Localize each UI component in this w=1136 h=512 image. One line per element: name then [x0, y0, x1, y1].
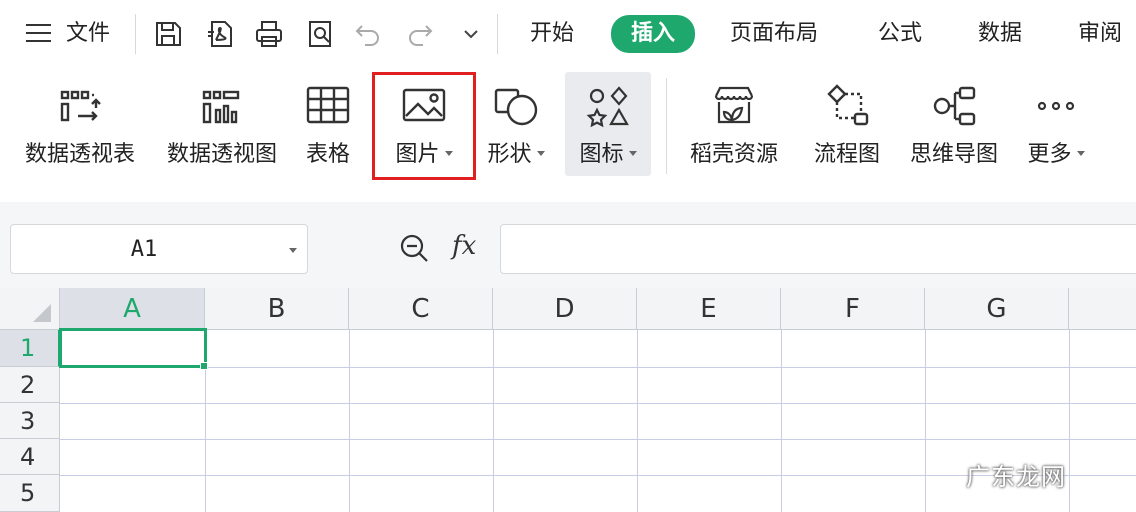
column-gridline [925, 330, 926, 512]
name-box-dropdown-icon[interactable] [289, 248, 297, 253]
row-header-1[interactable]: 1 [0, 330, 60, 367]
column-gridline [493, 330, 494, 512]
flowchart-icon [823, 82, 871, 130]
tab-review[interactable]: 审阅 [1078, 20, 1122, 48]
undo-icon[interactable] [352, 18, 384, 50]
table-icon [304, 82, 352, 130]
name-box-value: A1 [130, 237, 158, 262]
column-gridline [781, 330, 782, 512]
row-gridline [60, 439, 1136, 440]
tab-formulas[interactable]: 公式 [878, 20, 922, 48]
column-header-c[interactable]: C [349, 288, 493, 330]
redo-icon[interactable] [404, 18, 436, 50]
active-cell-a1[interactable] [59, 328, 207, 368]
select-all-corner[interactable] [0, 288, 60, 330]
print-preview-icon[interactable] [304, 18, 336, 50]
pivot-chart-label: 数据透视图 [166, 142, 277, 167]
pivot-table-icon [56, 82, 104, 130]
file-menu[interactable]: 文件 [66, 20, 110, 48]
column-header-a[interactable]: A [60, 288, 205, 330]
docer-resource-button[interactable]: 稻壳资源 [682, 72, 786, 182]
column-header-g[interactable]: G [925, 288, 1069, 330]
shape-dropdown-caret [536, 150, 545, 156]
pivot-chart-button[interactable]: 数据透视图 [160, 72, 284, 182]
save-icon[interactable] [152, 18, 184, 50]
docer-resource-icon [710, 82, 758, 130]
print-icon[interactable] [253, 18, 285, 50]
zoom-out-icon[interactable] [398, 232, 432, 266]
picture-icon [400, 82, 448, 130]
tab-data[interactable]: 数据 [978, 20, 1022, 48]
column-gridline [1069, 330, 1070, 512]
pivot-table-button[interactable]: 数据透视表 [18, 72, 142, 182]
shape-icon [492, 82, 540, 130]
icons-dropdown-caret [628, 150, 637, 156]
table-button[interactable]: 表格 [294, 72, 362, 182]
select-all-triangle-icon [33, 304, 51, 322]
row-header-3[interactable]: 3 [0, 403, 60, 439]
insert-function-button[interactable]: fx [452, 230, 476, 262]
shape-button[interactable]: 形状 [480, 72, 552, 182]
customize-dropdown-icon[interactable] [455, 18, 487, 50]
name-box[interactable]: A1 [10, 224, 308, 274]
menu-bar: 文件 开始 插入 页面布局 公式 数据 审阅 [0, 0, 1136, 72]
picture-label: 图片 [372, 140, 476, 170]
shape-label: 形状 [480, 140, 552, 170]
column-header-f[interactable]: F [781, 288, 925, 330]
hamburger-menu-icon[interactable] [26, 24, 51, 43]
column-header-d[interactable]: D [493, 288, 637, 330]
column-gridline [637, 330, 638, 512]
mindmap-button[interactable]: 思维导图 [902, 72, 1006, 182]
row-header-4[interactable]: 4 [0, 439, 60, 475]
flowchart-label: 流程图 [813, 142, 880, 167]
fill-handle[interactable] [200, 362, 208, 370]
toolbar-divider [135, 14, 136, 54]
watermark-text: 广东龙网 [966, 463, 1066, 491]
row-gridline [60, 367, 1136, 368]
column-gridline [349, 330, 350, 512]
column-header-next[interactable] [1069, 288, 1136, 330]
more-button[interactable]: 更多 [1014, 72, 1098, 182]
picture-dropdown-caret [444, 150, 453, 156]
picture-button[interactable]: 图片 [372, 72, 476, 180]
tab-page-layout[interactable]: 页面布局 [730, 20, 818, 48]
column-header-b[interactable]: B [205, 288, 349, 330]
docer-resource-label: 稻壳资源 [689, 142, 778, 167]
toolbar-divider [497, 14, 498, 54]
mindmap-icon [930, 82, 978, 130]
column-header-e[interactable]: E [637, 288, 781, 330]
mindmap-label: 思维导图 [909, 142, 998, 167]
more-icon [1032, 82, 1080, 130]
icons-button[interactable]: 图标 [565, 72, 651, 176]
more-label: 更多 [1014, 140, 1098, 170]
icons-label: 图标 [565, 140, 651, 170]
pivot-chart-icon [198, 82, 246, 130]
export-pdf-icon[interactable] [204, 18, 236, 50]
insert-ribbon: 数据透视表 数据透视图 表格 图片 形状 图标 稻壳资源 流程图 思维导图 更多 [0, 72, 1136, 202]
pivot-table-label: 数据透视表 [24, 142, 135, 167]
flowchart-button[interactable]: 流程图 [802, 72, 892, 182]
tab-home[interactable]: 开始 [530, 20, 574, 48]
row-gridline [60, 403, 1136, 404]
table-label: 表格 [305, 142, 350, 167]
tab-insert[interactable]: 插入 [611, 15, 696, 53]
row-header-5[interactable]: 5 [0, 475, 60, 512]
formula-bar: A1 fx [0, 202, 1136, 288]
icons-icon [584, 82, 632, 130]
more-dropdown-caret [1076, 150, 1085, 156]
ribbon-divider [666, 78, 667, 174]
formula-input[interactable] [500, 224, 1136, 274]
row-header-2[interactable]: 2 [0, 367, 60, 403]
